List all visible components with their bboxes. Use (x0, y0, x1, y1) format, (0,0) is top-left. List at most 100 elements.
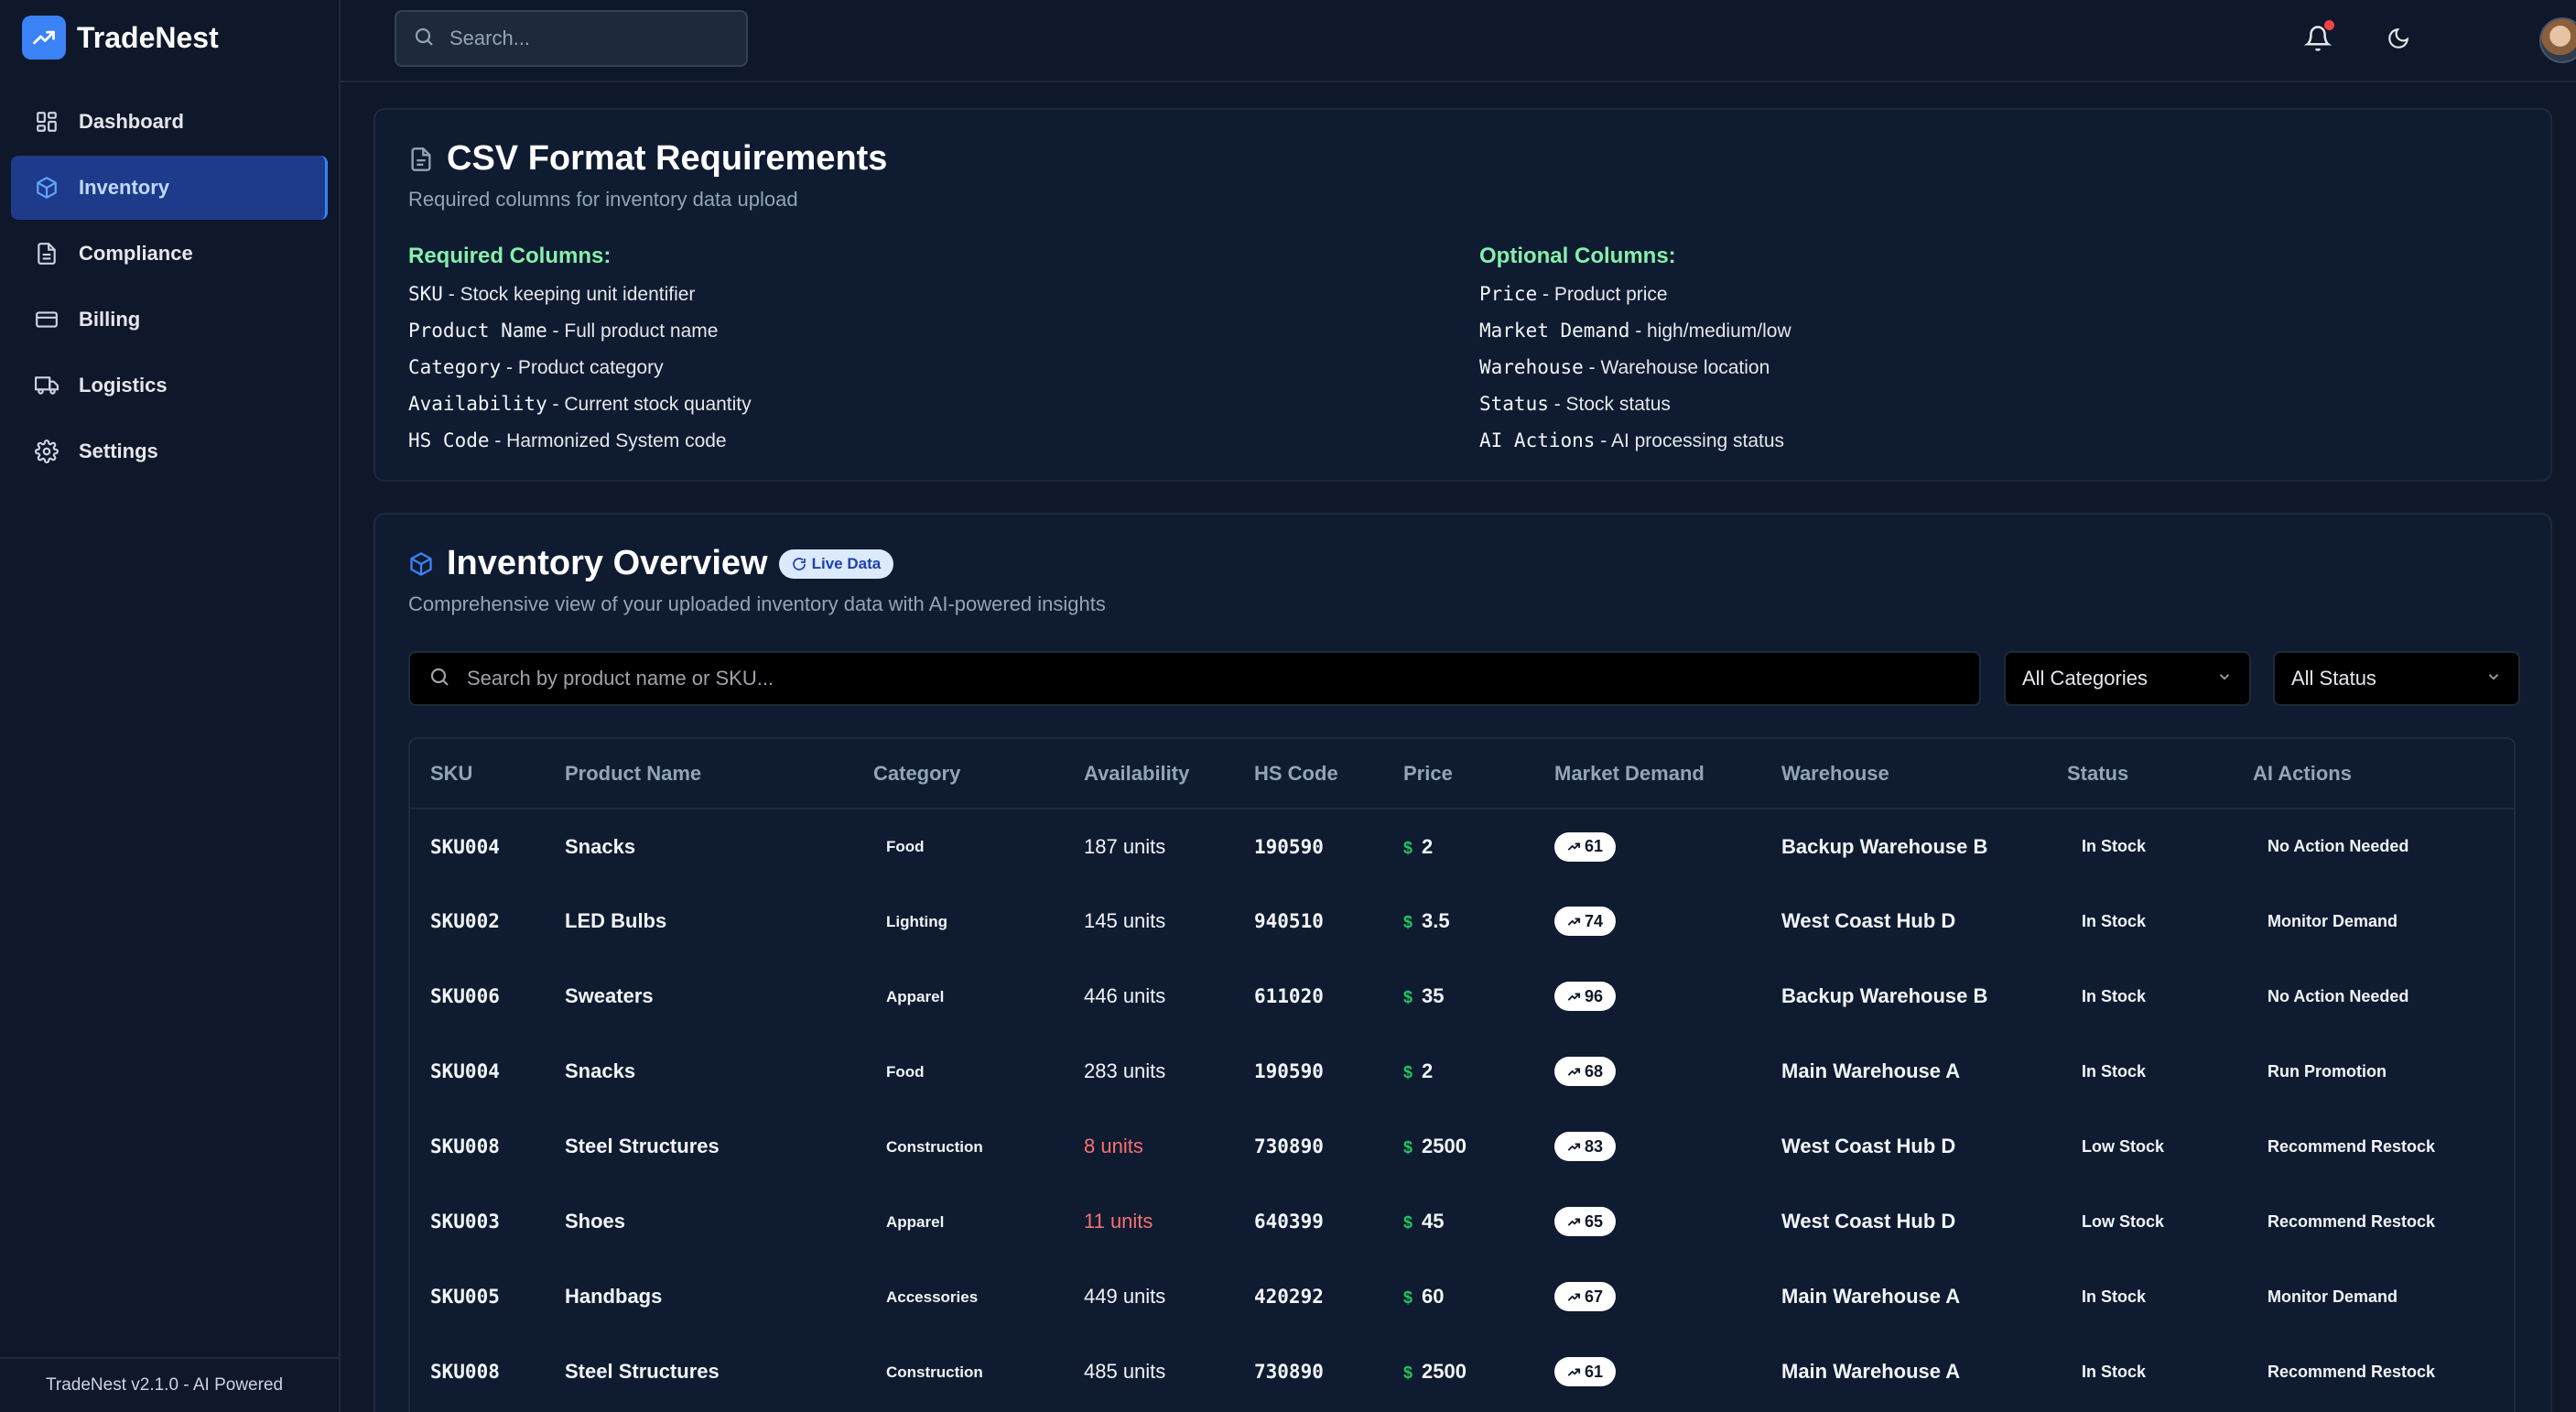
ai-action-badge[interactable]: Run Promotion (2253, 1059, 2401, 1085)
warehouse-cell: Main Warehouse A (1781, 1059, 1961, 1082)
availability-cell: 145 units (1084, 909, 1166, 932)
optional-column: Warehouse - Warehouse location (1479, 356, 1770, 378)
sidebar-item-dashboard[interactable]: Dashboard (11, 90, 328, 154)
hs-code-cell: 940510 (1254, 910, 1324, 932)
table-row[interactable]: SKU003 Shoes Apparel 11 units 640399 $45 65 Wes… (410, 1184, 2514, 1259)
optional-heading: Optional Columns: (1479, 244, 1676, 268)
column-header-status[interactable]: Status (2047, 739, 2233, 809)
ai-action-badge[interactable]: Monitor Demand (2253, 1284, 2412, 1310)
inventory-overview-card: Inventory Overview Live Data Comprehensi… (373, 513, 2552, 1412)
ai-action-badge[interactable]: Monitor Demand (2253, 908, 2412, 935)
ai-actions-cell: Recommend Restock (2233, 1334, 2514, 1409)
trending-up-icon (1567, 915, 1581, 929)
brand[interactable]: TradeNest (0, 0, 339, 75)
dollar-icon: $ (1403, 988, 1413, 1006)
category-badge: Construction (886, 1137, 983, 1156)
market-demand-cell: 61 (1534, 809, 1761, 884)
inventory-search-input[interactable] (467, 667, 1840, 690)
warehouse-cell: Backup Warehouse B (1781, 984, 1988, 1007)
column-header-category[interactable]: Category (853, 739, 1064, 809)
document-icon (33, 240, 60, 267)
status-cell: In Stock (2047, 884, 2233, 959)
credit-card-icon (33, 306, 60, 333)
hs-code-cell: 420292 (1254, 1286, 1324, 1308)
ai-action-badge[interactable]: Recommend Restock (2253, 1209, 2450, 1235)
search-icon (413, 26, 435, 52)
category-filter-select[interactable]: All Categories (2004, 651, 2251, 706)
price-cell: $2500 (1383, 1334, 1534, 1409)
ai-action-badge[interactable]: No Action Needed (2253, 983, 2423, 1010)
sku-cell: SKU005 (430, 1286, 500, 1308)
hs-code-cell: 190590 (1254, 1060, 1324, 1082)
column-header-availability[interactable]: Availability (1064, 739, 1234, 809)
column-header-hs-code[interactable]: HS Code (1234, 739, 1383, 809)
ai-action-badge[interactable]: No Action Needed (2253, 833, 2423, 860)
global-search[interactable] (395, 10, 748, 67)
market-demand-cell: 96 (1534, 959, 1761, 1034)
market-demand-cell: 67 (1534, 1259, 1761, 1334)
sidebar-item-compliance[interactable]: Compliance (11, 222, 328, 286)
required-column: HS Code - Harmonized System code (408, 429, 727, 451)
status-badge: In Stock (2082, 1362, 2147, 1381)
table-row[interactable]: SKU002 LED Bulbs Lighting 145 units 940510 $3… (410, 884, 2514, 959)
chevron-down-icon (2485, 667, 2502, 690)
hs-code-cell: 611020 (1254, 985, 1324, 1007)
table-row[interactable]: SKU004 Snacks Food 187 units 190590 $2 61 Backu… (410, 809, 2514, 884)
market-demand-cell: 61 (1534, 1334, 1761, 1409)
product-name-cell: Handbags (565, 1285, 663, 1308)
table-row[interactable]: SKU008 Steel Structures Construction 485 un… (410, 1334, 2514, 1409)
product-name-cell: Sweaters (565, 984, 654, 1007)
theme-toggle-button[interactable] (2376, 18, 2420, 62)
ai-action-badge[interactable]: Recommend Restock (2253, 1359, 2450, 1385)
refresh-icon (792, 557, 806, 571)
price-cell: $2500 (1383, 1109, 1534, 1184)
column-header-sku[interactable]: SKU (410, 739, 545, 809)
trending-up-icon (22, 16, 66, 60)
table-row[interactable]: SKU008 Steel Structures Construction 8 unit… (410, 1109, 2514, 1184)
sidebar-item-label: Logistics (79, 374, 168, 396)
sidebar-item-logistics[interactable]: Logistics (11, 353, 328, 418)
sidebar-item-label: Billing (79, 308, 141, 331)
required-column: Category - Product category (408, 356, 664, 378)
table-row[interactable]: SKU006 Sweaters Apparel 446 units 611020 $35 9… (410, 959, 2514, 1034)
category-filter-value: All Categories (2022, 667, 2148, 690)
table-row[interactable]: SKU005 Handbags Accessories 449 units 420292… (410, 1259, 2514, 1334)
column-header-price[interactable]: Price (1383, 739, 1534, 809)
status-badge: In Stock (2082, 911, 2147, 930)
chevron-down-icon (2216, 667, 2233, 690)
dollar-icon: $ (1403, 1363, 1413, 1382)
truck-icon (33, 372, 60, 399)
global-search-input[interactable] (449, 27, 724, 50)
required-columns: Required Columns: SKU - Stock keeping un… (408, 244, 1415, 452)
inventory-search[interactable] (408, 651, 1981, 706)
table-row[interactable]: SKU004 Snacks Food 283 units 190590 $2 68 Main … (410, 1034, 2514, 1109)
sidebar-item-inventory[interactable]: Inventory (11, 156, 328, 220)
sidebar-item-billing[interactable]: Billing (11, 288, 328, 352)
status-cell: In Stock (2047, 1034, 2233, 1109)
warehouse-cell: West Coast Hub D (1781, 1135, 1956, 1157)
csv-title: CSV Format Requirements (447, 139, 888, 178)
status-filter-select[interactable]: All Status (2273, 651, 2520, 706)
notifications-button[interactable] (2296, 18, 2340, 62)
column-header-ai-actions[interactable]: AI Actions (2233, 739, 2514, 809)
category-badge: Food (886, 838, 925, 855)
sku-cell: SKU004 (430, 1060, 500, 1082)
price-cell: $35 (1383, 959, 1534, 1034)
gear-icon (33, 438, 60, 465)
column-header-warehouse[interactable]: Warehouse (1761, 739, 2047, 809)
availability-cell: 446 units (1084, 984, 1166, 1007)
avatar[interactable] (2539, 17, 2576, 63)
sidebar-item-settings[interactable]: Settings (11, 419, 328, 483)
dashboard-icon (33, 108, 60, 136)
category-badge: Construction (886, 1363, 983, 1381)
column-header-product-name[interactable]: Product Name (545, 739, 853, 809)
status-filter-value: All Status (2291, 667, 2376, 690)
status-badge: In Stock (2082, 986, 2147, 1005)
price-value: 3.5 (1422, 909, 1450, 932)
ai-actions-cell: No Action Needed (2233, 959, 2514, 1034)
availability-cell: 8 units (1084, 1135, 1143, 1157)
category-cell: Construction (853, 1334, 1064, 1409)
ai-action-badge[interactable]: Recommend Restock (2253, 1134, 2450, 1160)
status-badge: Low Stock (2082, 1211, 2165, 1231)
column-header-market-demand[interactable]: Market Demand (1534, 739, 1761, 809)
